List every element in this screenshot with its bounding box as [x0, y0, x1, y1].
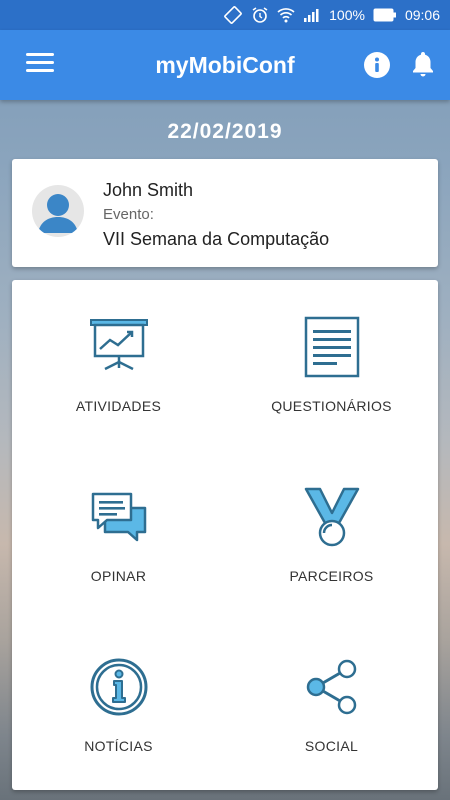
menu-label: ATIVIDADES — [75, 398, 162, 414]
avatar — [32, 185, 84, 237]
chat-bubbles-icon — [91, 492, 147, 542]
menu-label: OPINAR — [90, 568, 147, 584]
menu-parceiros[interactable]: PARCEIROS — [225, 450, 438, 620]
event-label: Evento: — [103, 206, 154, 223]
current-date: 22/02/2019 — [167, 120, 283, 143]
app-bar: myMobiConf — [0, 30, 450, 100]
signal-icon — [303, 7, 321, 23]
menu-atividades[interactable]: ATIVIDADES — [12, 280, 225, 450]
menu-social[interactable]: SOCIAL — [225, 620, 438, 790]
rotate-icon — [223, 6, 243, 24]
alarm-icon — [251, 6, 269, 24]
clock-time: 09:06 — [404, 7, 440, 23]
menu-label: SOCIAL — [304, 738, 359, 754]
profile-card: John Smith Evento: VII Semana da Computa… — [12, 159, 438, 267]
event-name: VII Semana da Computação — [103, 229, 330, 249]
notification-bell-icon[interactable] — [410, 50, 436, 78]
menu-opinar[interactable]: OPINAR — [12, 450, 225, 620]
battery-icon — [373, 8, 397, 22]
menu-label: NOTÍCIAS — [84, 738, 153, 754]
menu-questionarios[interactable]: QUESTIONÁRIOS — [225, 280, 438, 450]
wifi-icon — [277, 7, 295, 23]
battery-percent: 100% — [329, 7, 365, 23]
user-name: John Smith — [103, 180, 194, 200]
menu-grid: ATIVIDADES QUESTIONÁRIOS OPINAR PARCEIRO… — [12, 280, 438, 790]
info-icon[interactable] — [364, 52, 390, 78]
menu-label: PARCEIROS — [289, 568, 374, 584]
document-icon — [304, 316, 360, 378]
info-circle-icon — [90, 658, 148, 716]
status-bar: 100% 09:06 — [0, 0, 450, 30]
hamburger-menu-icon[interactable] — [26, 53, 54, 77]
menu-noticias[interactable]: NOTÍCIAS — [12, 620, 225, 790]
menu-label: QUESTIONÁRIOS — [271, 398, 392, 414]
medal-icon — [304, 487, 360, 547]
presentation-chart-icon — [90, 319, 148, 371]
share-icon — [306, 659, 357, 715]
